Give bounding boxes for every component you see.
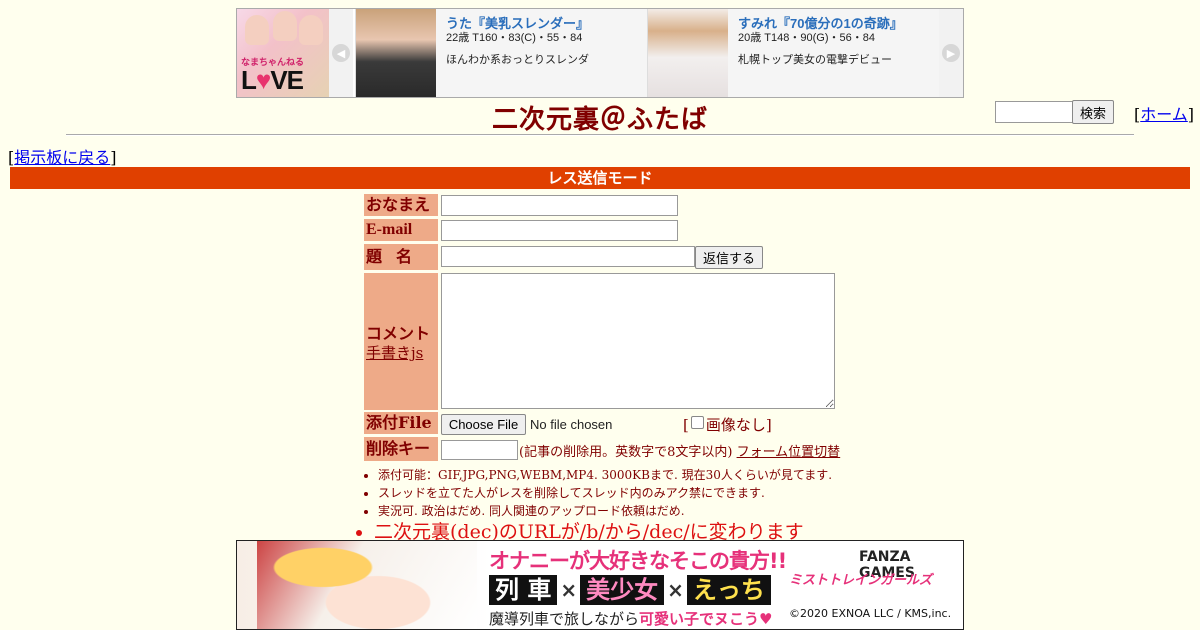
name-label: おなまえ [364,194,438,216]
ad-photo [356,9,436,97]
notes-list: 添付可能：GIF,JPG,PNG,WEBM,MP4. 3000KBまで. 現在3… [362,466,832,544]
search-button[interactable]: 検索 [1072,100,1114,124]
no-image-checkbox[interactable] [690,416,704,429]
comment-label-cell: コメント 手書きjs [364,273,438,410]
delete-key-label: 削除キー [364,437,438,461]
ad-card-stats: 20歳 T148・90(G)・56・84 [738,32,875,44]
ad-next-button[interactable]: ▶ [939,9,963,97]
ad-main-thumbnail[interactable]: なまちゃんねる L♥VE [237,9,329,97]
ad-card-stats: 22歳 T160・83(C)・55・84 [446,32,583,44]
ad-game-logo: ミストトレインガールズ [789,573,933,588]
back-to-board-link[interactable]: 掲示板に戻る [14,148,110,167]
ad-photo [648,9,728,97]
ad-keyword: えっち [686,575,771,605]
ad-subtitle: 魔導列車で旅しながら可愛い子でヌこう♥ [489,610,773,628]
comment-label: コメント [366,324,431,343]
header-divider [66,134,1134,136]
home-nav: [ホーム] [1134,105,1195,124]
top-ad-banner[interactable]: なまちゃんねる L♥VE ◀ うた『美乳スレンダー』 22歳 T160・83(C… [236,8,964,98]
list-item: 添付可能：GIF,JPG,PNG,WEBM,MP4. 3000KBまで. 現在3… [378,466,832,484]
subject-input[interactable] [441,246,695,267]
search-input[interactable] [995,101,1073,123]
ad-card[interactable]: すみれ『70億分の1の奇跡』 20歳 T148・90(G)・56・84 札幌トッ… [647,9,939,97]
email-input[interactable] [441,220,678,241]
file-label: 添付File [364,412,438,434]
file-status-text: No file chosen [530,417,613,432]
home-link[interactable]: ホーム [1140,105,1188,124]
email-label: E-mail [364,219,438,241]
ad-main-logo: L♥VE [241,65,304,95]
name-input[interactable] [441,195,678,216]
reply-submit-button[interactable]: 返信する [695,246,763,269]
ad-keyword: 美少女 [580,575,665,605]
ad-girl-image [245,15,269,45]
delete-key-input[interactable] [441,440,518,460]
ad-character-image [257,541,477,629]
choose-file-button[interactable]: Choose File [441,414,526,435]
comment-textarea[interactable] [441,273,835,409]
ad-girl-image [273,11,297,41]
ad-card[interactable]: うた『美乳スレンダー』 22歳 T160・83(C)・55・84 ほんわか系おっ… [355,9,647,97]
no-image-label: 画像なし [705,416,766,434]
no-image-option: [画像なし] [683,416,772,434]
ad-card-desc: ほんわか系おっとりスレンダ [446,54,589,66]
ad-girl-image [299,15,323,45]
handwriting-link[interactable]: 手書きjs [366,342,423,363]
chevron-left-icon: ◀ [332,44,350,62]
list-item: スレッドを立てた人がレスを削除してスレッド内のみアク禁にできます. [378,484,832,502]
ad-keyword: 列 車 [489,575,558,605]
subject-label: 題名 [364,244,438,270]
bottom-ad-banner[interactable]: オナニーが大好きなそこの貴方!! 列 車 × 美少女 × えっち 魔導列車で旅し… [236,540,964,630]
back-nav: [掲示板に戻る] [8,148,117,167]
form-position-toggle-link[interactable]: フォーム位置切替 [737,445,841,460]
ad-keywords: 列 車 × 美少女 × えっち [489,575,771,605]
chevron-right-icon: ▶ [942,44,960,62]
ad-card-desc: 札幌トップ美女の電撃デビュー [738,54,892,66]
ad-copyright: ©2020 EXNOA LLC / KMS,inc. [789,607,952,620]
delete-key-note: (記事の削除用。英数字で8文字以内) フォーム位置切替 [519,445,841,460]
ad-headline: オナニーが大好きなそこの貴方!! [489,549,787,573]
reply-mode-bar: レス送信モード [10,167,1190,189]
list-item: 実況可. 政治はだめ. 同人関連のアップロード依頼はだめ. [378,502,832,520]
ad-prev-button[interactable]: ◀ [329,9,353,97]
